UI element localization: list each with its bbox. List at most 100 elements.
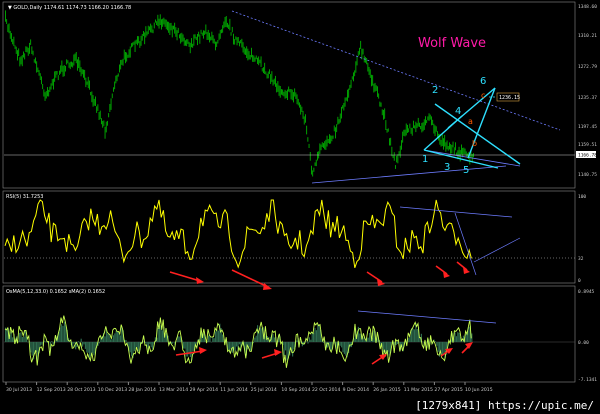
osma-pane[interactable] xyxy=(2,285,576,383)
price-candle xyxy=(158,18,160,29)
time-tick: 30 Jul 2013 xyxy=(6,387,32,393)
price-candle xyxy=(356,56,358,66)
price-candle xyxy=(453,147,455,156)
chart-terminal[interactable]: ▼ GOLD,Daily 1174.61 1174.73 1166.20 116… xyxy=(0,0,600,414)
osma-bar xyxy=(461,341,463,342)
price-candle xyxy=(338,119,340,124)
osma-bar xyxy=(308,337,310,342)
price-candle xyxy=(444,134,446,147)
rsi-axis: 100 32 0 xyxy=(578,194,586,284)
price-candle xyxy=(337,116,339,125)
price-candle xyxy=(115,75,117,84)
price-candle xyxy=(36,61,38,73)
price-candle xyxy=(204,30,206,35)
price-candle xyxy=(107,120,108,126)
osma-tick: 0.8945 xyxy=(578,289,595,295)
price-candle xyxy=(125,52,126,64)
price-candle xyxy=(93,98,95,106)
price-candle xyxy=(229,18,231,31)
price-candle xyxy=(306,125,308,135)
time-tick: 27 Apr 2015 xyxy=(434,387,462,393)
price-candle xyxy=(374,82,376,92)
price-candle xyxy=(251,47,252,58)
price-candle xyxy=(105,121,107,133)
price-candle xyxy=(416,123,418,129)
price-candle xyxy=(92,95,94,107)
price-candle xyxy=(131,43,132,48)
price-candle xyxy=(357,51,359,57)
price-candle xyxy=(303,116,305,125)
osma-bar xyxy=(307,342,309,344)
price-candle xyxy=(369,69,371,78)
time-tick: 29 Apr 2014 xyxy=(190,387,218,393)
osma-bar xyxy=(195,342,197,345)
price-candle xyxy=(284,89,286,99)
osma-bar xyxy=(322,342,324,343)
price-candle xyxy=(245,48,246,55)
osma-bar xyxy=(40,342,42,346)
osma-bar xyxy=(83,342,85,345)
price-candle xyxy=(288,86,290,92)
osma-tick: 0.00 xyxy=(578,340,589,346)
price-candle xyxy=(396,155,398,163)
wolf-wave-title: Wolf Wave xyxy=(418,36,486,51)
price-candle xyxy=(197,34,198,46)
osma-bar xyxy=(119,335,121,342)
price-candle xyxy=(399,145,401,158)
osma-bar xyxy=(114,333,116,342)
price-candle xyxy=(261,68,263,72)
price-candle xyxy=(147,25,149,35)
price-candle xyxy=(201,32,203,36)
price-candle xyxy=(6,19,8,24)
osma-bar xyxy=(23,336,25,342)
price-candle xyxy=(432,119,434,125)
osma-bar xyxy=(129,342,131,353)
osma-bar xyxy=(98,342,100,344)
price-candle xyxy=(434,125,436,137)
price-candle xyxy=(293,92,294,103)
rsi-pane[interactable] xyxy=(2,190,576,284)
price-candle xyxy=(165,19,167,30)
price-candle xyxy=(9,30,11,39)
price-candle xyxy=(257,57,258,64)
osma-bar xyxy=(343,342,345,354)
osma-bar xyxy=(138,342,140,352)
price-candle xyxy=(153,22,155,29)
osma-bar xyxy=(434,341,436,342)
price-candle xyxy=(272,79,274,86)
price-candle xyxy=(102,120,104,128)
osma-bar xyxy=(31,342,33,356)
price-candle xyxy=(44,92,46,101)
price-candle xyxy=(342,105,344,109)
osma-bar xyxy=(217,330,219,342)
price-candle xyxy=(321,142,323,147)
price-candle xyxy=(359,47,360,55)
price-candle xyxy=(379,101,381,107)
price-candle xyxy=(233,33,234,45)
osma-bar xyxy=(436,342,438,346)
osma-bar xyxy=(455,336,457,342)
price-candle xyxy=(151,25,153,33)
price-candle xyxy=(299,102,300,108)
price-candle xyxy=(236,37,238,46)
price-candle xyxy=(315,159,317,167)
price-candle xyxy=(265,71,267,75)
price-candle xyxy=(231,26,233,33)
osma-bar xyxy=(150,342,152,348)
price-candle xyxy=(307,137,309,142)
price-pane[interactable] xyxy=(2,1,576,189)
price-candle xyxy=(73,54,75,66)
price-candle xyxy=(314,162,316,166)
price-candle xyxy=(71,61,72,67)
price-candle xyxy=(354,70,356,77)
osma-bar xyxy=(454,332,456,342)
price-candle xyxy=(188,41,190,47)
price-candle xyxy=(90,92,92,96)
price-candle xyxy=(345,97,347,101)
price-candle xyxy=(440,139,442,147)
price-candle xyxy=(435,126,437,132)
osma-bar xyxy=(157,328,159,342)
price-candle xyxy=(308,143,310,148)
price-candle xyxy=(183,37,185,46)
price-candle xyxy=(161,19,162,30)
